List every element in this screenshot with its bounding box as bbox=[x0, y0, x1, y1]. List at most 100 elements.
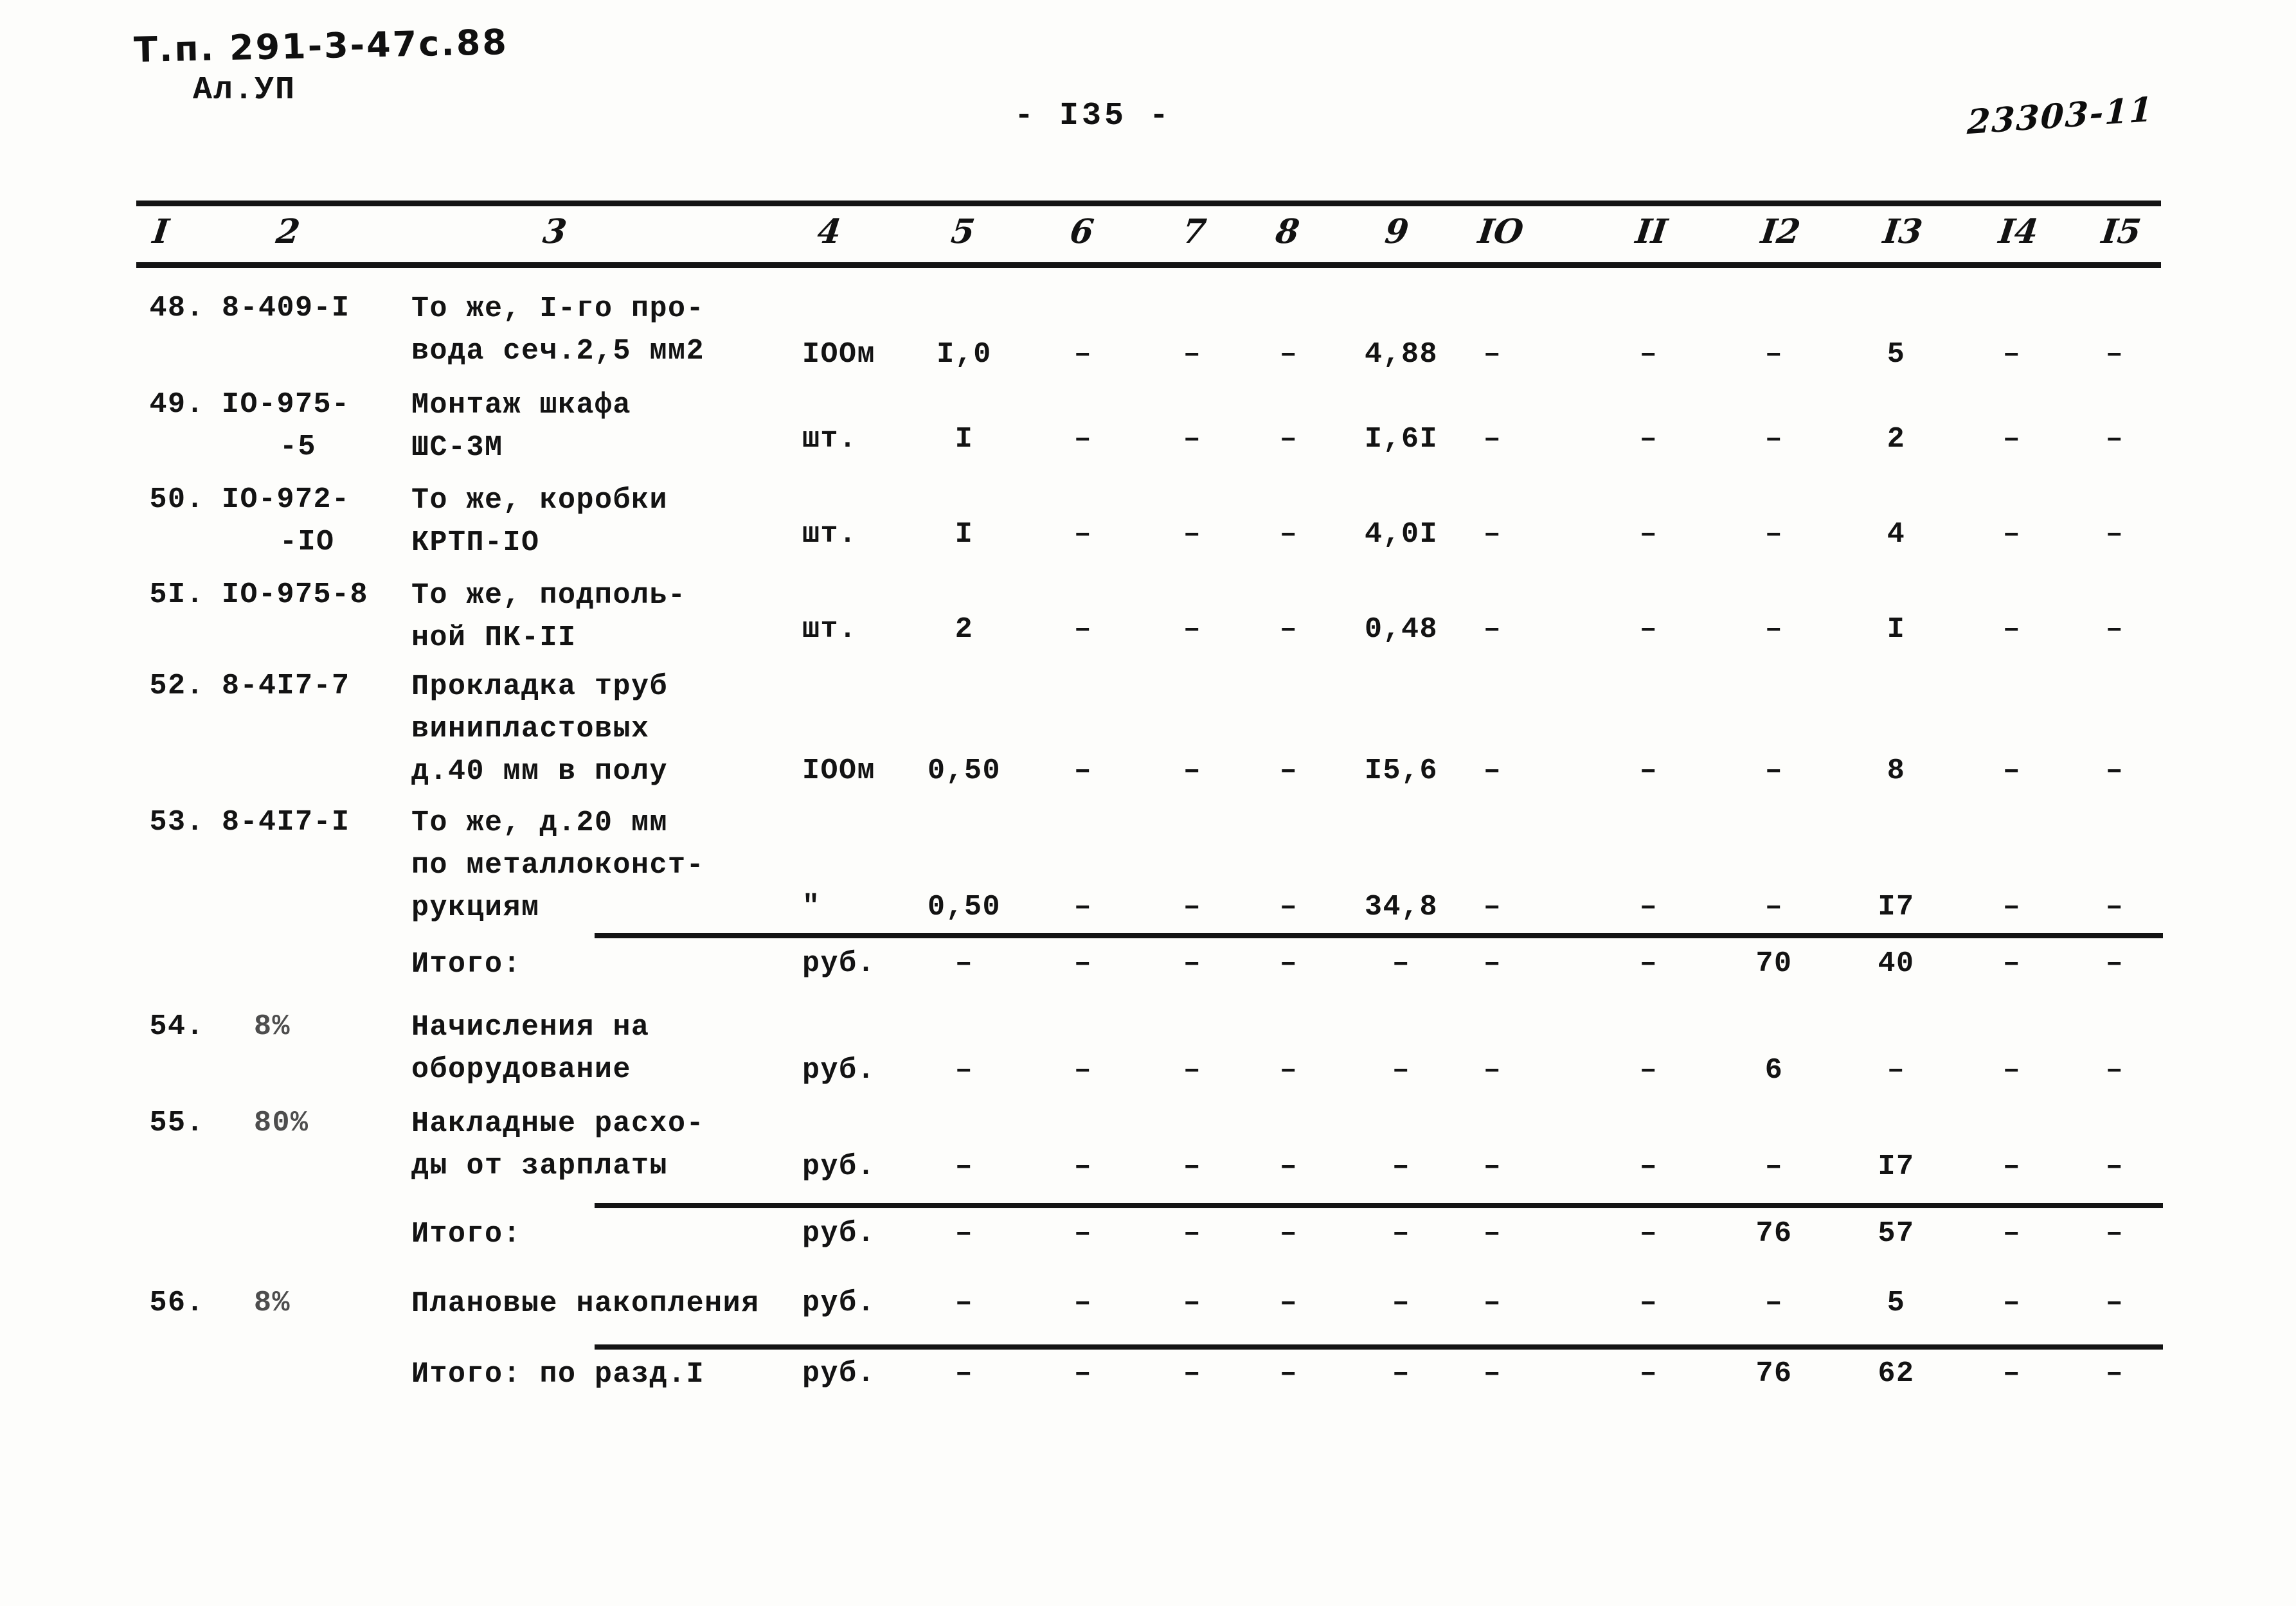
column-header-9: 9 bbox=[1383, 212, 1411, 251]
row-unit: руб. bbox=[802, 947, 876, 980]
row-value-12: 70 bbox=[1755, 947, 1793, 980]
row-norm-code: IO-975-8 bbox=[222, 578, 369, 611]
row-unit: шт. bbox=[802, 613, 857, 646]
row-value-12: 6 bbox=[1764, 1054, 1784, 1087]
row-unit: руб. bbox=[802, 1150, 876, 1183]
row-value-13: 5 bbox=[1887, 1287, 1906, 1319]
row-value-13: 62 bbox=[1878, 1357, 1915, 1390]
row-value-6: – bbox=[1073, 1357, 1093, 1390]
row-value-10: – bbox=[1483, 1287, 1502, 1319]
row-value-12: – bbox=[1764, 1150, 1784, 1183]
row-value-12: – bbox=[1764, 613, 1784, 646]
row-value-14: – bbox=[2002, 1357, 2022, 1390]
row-value-5: I bbox=[955, 423, 974, 456]
row-value-15: – bbox=[2105, 1357, 2124, 1390]
row-value-10: – bbox=[1483, 1150, 1502, 1183]
row-value-11: – bbox=[1639, 1150, 1658, 1183]
row-value-6: – bbox=[1073, 1150, 1093, 1183]
table-top-rule bbox=[136, 201, 2161, 206]
row-norm-code: 8% bbox=[254, 1010, 291, 1043]
row-unit: руб. bbox=[802, 1054, 876, 1087]
row-value-5: – bbox=[955, 1287, 974, 1319]
column-header-4: 4 bbox=[815, 212, 843, 251]
column-header-2: 2 bbox=[274, 212, 302, 251]
row-value-5: I,0 bbox=[937, 338, 992, 371]
row-value-5: – bbox=[955, 947, 974, 980]
row-value-11: – bbox=[1639, 1357, 1658, 1390]
row-unit: IOOм bbox=[802, 338, 876, 371]
table-header-rule bbox=[136, 262, 2161, 268]
row-value-14: – bbox=[2002, 518, 2022, 551]
column-header-7: 7 bbox=[1180, 212, 1208, 251]
row-description-line: Начисления на bbox=[411, 1011, 650, 1044]
row-value-15: – bbox=[2105, 1287, 2124, 1319]
row-value-11: – bbox=[1639, 1054, 1658, 1087]
row-norm-code: 80% bbox=[254, 1107, 309, 1139]
row-position-number: 52. bbox=[149, 670, 204, 702]
row-value-8: – bbox=[1279, 518, 1298, 551]
row-value-13: – bbox=[1887, 1054, 1906, 1087]
row-position-number: 5I. bbox=[149, 578, 204, 611]
row-description-line: То же, коробки bbox=[411, 484, 668, 517]
row-value-8: – bbox=[1279, 947, 1298, 980]
row-value-10: – bbox=[1483, 423, 1502, 456]
row-value-10: – bbox=[1483, 1217, 1502, 1250]
row-norm-code-cont: -IO bbox=[280, 526, 335, 558]
row-value-10: – bbox=[1483, 613, 1502, 646]
row-value-13: 4 bbox=[1887, 518, 1906, 551]
row-value-6: – bbox=[1073, 518, 1093, 551]
row-value-14: – bbox=[2002, 423, 2022, 456]
row-description-line: Плановые накопления bbox=[411, 1287, 760, 1320]
row-value-11: – bbox=[1639, 423, 1658, 456]
row-position-number: 50. bbox=[149, 483, 204, 516]
row-value-6: – bbox=[1073, 754, 1093, 787]
row-value-14: – bbox=[2002, 1217, 2022, 1250]
row-value-15: – bbox=[2105, 613, 2124, 646]
row-description-line: То же, I-го про- bbox=[411, 292, 705, 325]
row-value-8: – bbox=[1279, 754, 1298, 787]
row-value-11: – bbox=[1639, 891, 1658, 923]
row-description-line: Итого: bbox=[411, 1218, 522, 1251]
row-value-14: – bbox=[2002, 1150, 2022, 1183]
row-value-6: – bbox=[1073, 613, 1093, 646]
row-value-8: – bbox=[1279, 1287, 1298, 1319]
row-unit: " bbox=[802, 891, 821, 923]
row-norm-code-cont: -5 bbox=[280, 431, 317, 463]
row-value-12: 76 bbox=[1755, 1217, 1793, 1250]
row-value-13: 5 bbox=[1887, 338, 1906, 371]
row-description-line: Монтаж шкафа bbox=[411, 389, 632, 422]
row-position-number: 49. bbox=[149, 388, 204, 421]
row-description-line: То же, д.20 мм bbox=[411, 807, 668, 839]
row-value-6: – bbox=[1073, 891, 1093, 923]
row-value-8: – bbox=[1279, 423, 1298, 456]
row-value-5: – bbox=[955, 1054, 974, 1087]
row-value-10: – bbox=[1483, 891, 1502, 923]
album-label: Ал.УП bbox=[193, 72, 296, 109]
row-norm-code: 8-409-I bbox=[222, 292, 350, 325]
row-value-11: – bbox=[1639, 518, 1658, 551]
row-description-line: То же, подполь- bbox=[411, 579, 686, 612]
row-value-12: – bbox=[1764, 891, 1784, 923]
row-norm-code: IO-975- bbox=[222, 388, 350, 421]
subtotal-rule-3 bbox=[595, 1344, 2163, 1350]
row-unit: руб. bbox=[802, 1217, 876, 1250]
column-header-1: I bbox=[150, 212, 172, 251]
row-value-11: – bbox=[1639, 754, 1658, 787]
row-value-13: I7 bbox=[1878, 1150, 1915, 1183]
archive-stamp: 23303-11 bbox=[1966, 89, 2155, 143]
row-unit: шт. bbox=[802, 518, 857, 551]
row-value-11: – bbox=[1639, 338, 1658, 371]
page-number: - I35 - bbox=[1014, 98, 1172, 134]
column-header-14: I4 bbox=[1996, 212, 2041, 251]
row-value-12: – bbox=[1764, 518, 1784, 551]
row-value-15: – bbox=[2105, 891, 2124, 923]
row-value-10: – bbox=[1483, 947, 1502, 980]
row-value-5: – bbox=[955, 1217, 974, 1250]
row-position-number: 56. bbox=[149, 1287, 204, 1319]
row-value-5: I bbox=[955, 518, 974, 551]
row-value-14: – bbox=[2002, 338, 2022, 371]
row-value-8: – bbox=[1279, 1150, 1298, 1183]
row-value-8: – bbox=[1279, 891, 1298, 923]
row-value-12: – bbox=[1764, 338, 1784, 371]
row-norm-code: 8-4I7-7 bbox=[222, 670, 350, 702]
